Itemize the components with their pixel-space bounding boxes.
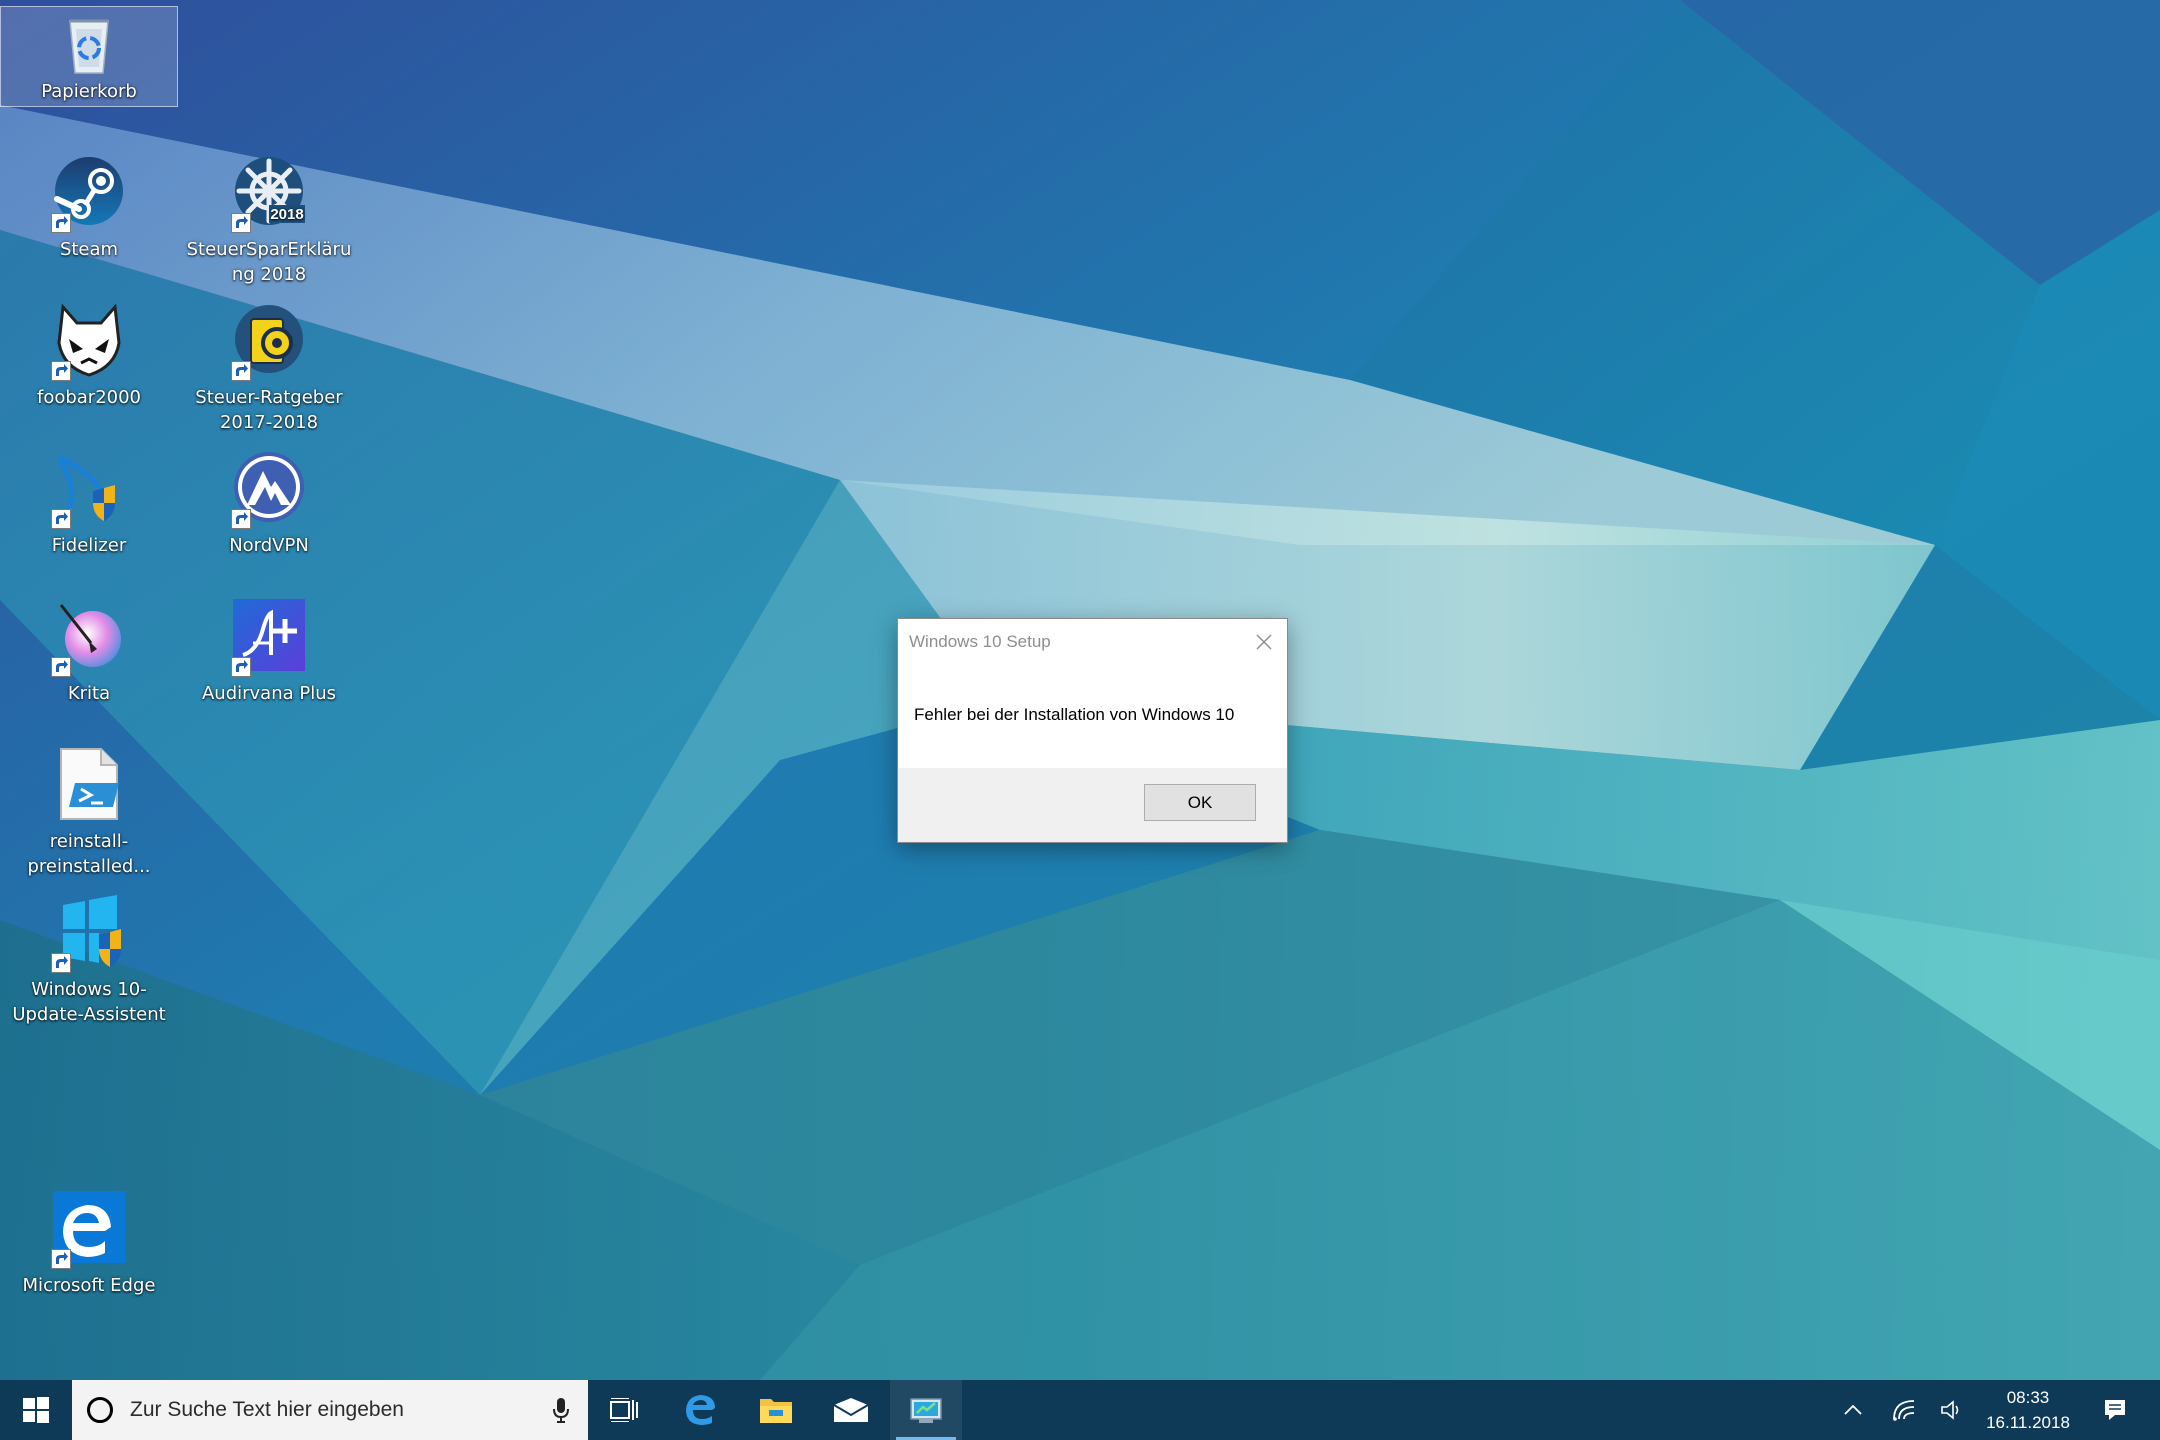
krita-icon [49,599,129,679]
recycle-bin-icon [56,11,122,77]
desktop-icon-fidelizer[interactable]: Fidelizer [0,451,178,558]
close-button[interactable] [1241,619,1287,665]
task-view-button[interactable] [588,1380,660,1440]
mail-icon [833,1398,869,1422]
steuersparerklaerung-icon: 2018 [229,155,309,235]
desktop-icon-label: Windows 10-Update-Assistent [12,979,166,1025]
desktop-icon-steuer-ratgeber[interactable]: Steuer-Ratgeber 2017-2018 [180,303,358,435]
desktop-icon-label: Fidelizer [51,535,127,556]
desktop-icon-label: SteuerSparErklärung 2018 [186,239,352,285]
shortcut-arrow-icon [51,1249,71,1269]
shortcut-arrow-icon [231,509,251,529]
task-view-icon [610,1398,638,1422]
desktop-icon-label: NordVPN [229,535,309,556]
clock-date: 16.11.2018 [1986,1413,2070,1432]
shortcut-arrow-icon [231,213,251,233]
clock-time: 08:33 [2006,1388,2050,1407]
action-center-button[interactable] [2090,1380,2140,1440]
desktop-icon-steam[interactable]: Steam [0,155,178,262]
shortcut-arrow-icon [51,953,71,973]
notification-icon [2105,1400,2125,1420]
shortcut-arrow-icon [51,213,71,233]
desktop-icon-papierkorb[interactable]: Papierkorb [0,6,178,107]
desktop-icon-windows-update-assistant[interactable]: Windows 10-Update-Assistent [0,895,178,1027]
windows-update-assistant-icon [49,895,129,975]
volume-button[interactable] [1932,1380,1972,1440]
search-placeholder: Zur Suche Text hier eingeben [130,1398,404,1421]
desktop-icon-label: Papierkorb [41,81,137,102]
dialog-title: Windows 10 Setup [909,632,1051,651]
nordvpn-icon [229,451,309,531]
taskbar-edge-button[interactable] [665,1380,737,1440]
desktop-icon-label: Microsoft Edge [22,1275,156,1296]
setup-error-dialog: Windows 10 Setup Fehler bei der Installa… [897,618,1288,843]
dialog-footer: OK [898,768,1287,842]
shortcut-arrow-icon [51,657,71,677]
taskbar-mail-button[interactable] [815,1380,887,1440]
network-button[interactable] [1884,1380,1924,1440]
show-hidden-icons-button[interactable] [1836,1380,1870,1440]
wifi-icon [1893,1400,1915,1421]
desktop-icon-foobar2000[interactable]: foobar2000 [0,303,178,410]
file-explorer-icon [760,1399,792,1423]
chevron-up-icon [1844,1404,1862,1415]
desktop-icon-label: Audirvana Plus [201,683,337,704]
clock[interactable]: 08:33 16.11.2018 [1978,1380,2078,1440]
desktop-icon-label: Steam [59,239,119,260]
desktop-icon-nordvpn[interactable]: NordVPN [180,451,358,558]
powershell-script-icon [49,747,129,827]
ok-button[interactable]: OK [1144,784,1256,821]
desktop-icon-audirvana-plus[interactable]: Audirvana Plus [180,599,358,706]
dialog-message: Fehler bei der Installation von Windows … [914,705,1235,724]
desktop-icon-reinstall-script[interactable]: reinstall-preinstalled... [0,747,178,879]
desktop-icon-label: Steuer-Ratgeber 2017-2018 [195,387,343,433]
desktop-icon-steuersparerklaerung[interactable]: 2018 SteuerSparErklärung 2018 [180,155,358,287]
steuer-ratgeber-icon [229,303,309,383]
close-icon [1256,634,1272,650]
year-badge: 2018 [270,206,303,223]
foobar2000-icon [49,303,129,383]
shortcut-arrow-icon [51,509,71,529]
desktop-icon-microsoft-edge[interactable]: Microsoft Edge [0,1191,178,1298]
edge-icon [49,1191,129,1271]
taskbar: Zur Suche Text hier eingeben 08:33 16.11… [0,1380,2160,1440]
fidelizer-icon [49,451,129,531]
shortcut-arrow-icon [51,361,71,381]
windows-logo-icon [23,1397,49,1423]
desktop-icon-label: foobar2000 [36,387,142,408]
dialog-titlebar[interactable]: Windows 10 Setup [898,619,1287,665]
shortcut-arrow-icon [231,361,251,381]
taskbar-setup-button[interactable] [890,1380,962,1440]
desktop-icon-label: Krita [67,683,111,704]
taskbar-file-explorer-button[interactable] [740,1380,812,1440]
desktop-icon-krita[interactable]: Krita [0,599,178,706]
cortana-icon [87,1397,113,1423]
shortcut-arrow-icon [231,657,251,677]
edge-icon [686,1395,715,1425]
search-box[interactable]: Zur Suche Text hier eingeben [72,1380,588,1440]
desktop-icon-label: reinstall-preinstalled... [27,831,151,877]
audirvana-plus-icon [229,599,309,679]
steam-icon [49,155,129,235]
start-button[interactable] [0,1380,72,1440]
speaker-icon [1941,1400,1959,1420]
windows-setup-icon [910,1398,942,1423]
microphone-icon[interactable] [552,1397,570,1423]
